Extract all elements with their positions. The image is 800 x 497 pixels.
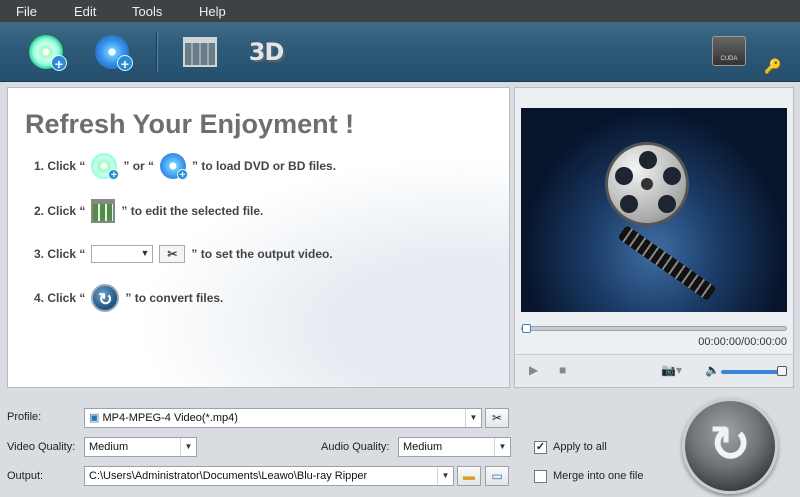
cuda-badge[interactable]: CUDA — [712, 36, 746, 66]
chevron-down-icon: ▼ — [180, 438, 196, 456]
step1-prefix: 1. Click “ — [34, 159, 86, 173]
audio-quality-label: Audio Quality: — [321, 441, 390, 453]
step3-prefix: 3. Click “ — [34, 247, 86, 261]
add-dvd-button[interactable]: + — [24, 30, 68, 74]
step-4: 4. Click “ ↻ ” to convert files. — [34, 284, 223, 312]
convert-icon: ↻ — [709, 415, 751, 473]
step2-prefix: 2. Click “ — [34, 204, 86, 218]
dvd-disc-icon: + — [91, 153, 120, 181]
output-path-value: C:\Users\Administrator\Documents\Leawo\B… — [89, 470, 368, 482]
menu-help[interactable]: Help — [199, 4, 226, 19]
step1-suffix: ” to load DVD or BD files. — [192, 159, 337, 173]
bluray-disc-icon: + — [160, 153, 189, 181]
film-reel-icon — [605, 142, 689, 226]
apply-to-all-label: Apply to all — [553, 441, 607, 453]
merge-checkbox[interactable] — [534, 470, 547, 483]
video-file-icon: ▣ — [89, 412, 103, 424]
toolbar: + + 3D CUDA 🔑 — [0, 22, 800, 82]
profile-label: Profile: — [7, 411, 42, 423]
step-2: 2. Click “ ” to edit the selected file. — [34, 199, 263, 223]
edit-button[interactable] — [178, 30, 222, 74]
three-d-icon: 3D — [248, 38, 285, 66]
dvd-disc-icon: + — [29, 35, 67, 72]
step-3: 3. Click “ ✂ ” to set the output video. — [34, 245, 333, 263]
chevron-down-icon: ▼ — [437, 467, 453, 485]
step1-mid: ” or “ — [123, 159, 155, 173]
audio-quality-select[interactable]: Medium ▼ — [398, 437, 511, 457]
output-path-select[interactable]: C:\Users\Administrator\Documents\Leawo\B… — [84, 466, 454, 486]
key-icon[interactable]: 🔑 — [764, 58, 781, 75]
profile-value: MP4-MPEG-4 Video(*.mp4) — [102, 412, 238, 424]
stop-icon[interactable]: ■ — [559, 363, 566, 377]
player-controls: ▶ ■ 📷▾ 🔈 — [515, 354, 793, 387]
volume-icon[interactable]: 🔈 — [705, 363, 720, 377]
settings-tool-icon: ✂ — [159, 245, 186, 263]
toolbar-separator — [156, 32, 157, 72]
film-strip-icon — [617, 224, 717, 302]
merge-label: Merge into one file — [553, 470, 644, 482]
seek-thumb[interactable] — [522, 324, 531, 333]
profile-select[interactable]: ▣ MP4-MPEG-4 Video(*.mp4) ▼ — [84, 408, 482, 428]
add-bd-button[interactable]: + — [90, 30, 134, 74]
film-edit-icon — [183, 37, 217, 67]
menu-bar: File Edit Tools Help — [0, 0, 800, 22]
apply-to-all-checkbox[interactable]: ✓ — [534, 441, 547, 454]
step2-suffix: ” to edit the selected file. — [121, 204, 264, 218]
step4-suffix: ” to convert files. — [125, 291, 224, 305]
volume-slider[interactable] — [721, 366, 787, 376]
menu-file[interactable]: File — [16, 4, 37, 19]
play-icon[interactable]: ▶ — [529, 363, 538, 377]
audio-quality-value: Medium — [403, 441, 443, 453]
video-quality-label: Video Quality: — [7, 441, 76, 453]
timecode: 00:00:00/00:00:00 — [698, 336, 787, 348]
output-label: Output: — [7, 470, 44, 482]
bluray-disc-icon: + — [95, 35, 133, 72]
snapshot-icon[interactable]: 📷▾ — [661, 363, 682, 377]
volume-thumb[interactable] — [777, 366, 787, 376]
film-edit-icon — [91, 199, 116, 223]
step3-suffix: ” to set the output video. — [191, 247, 333, 261]
open-folder-button[interactable]: ▭ — [485, 466, 509, 486]
guide-panel: Refresh Your Enjoyment ! 1. Click “ + ” … — [7, 87, 510, 388]
profile-settings-button[interactable]: ✂ — [485, 408, 509, 428]
seek-bar[interactable] — [521, 324, 787, 333]
browse-folder-button[interactable]: ▬ — [457, 466, 481, 486]
chevron-down-icon: ▼ — [465, 409, 481, 427]
preview-panel: 00:00:00/00:00:00 ▶ ■ 📷▾ 🔈 — [514, 87, 794, 388]
video-quality-select[interactable]: Medium ▼ — [84, 437, 197, 457]
profile-combo-icon — [91, 245, 154, 263]
menu-edit[interactable]: Edit — [74, 4, 96, 19]
guide-headline: Refresh Your Enjoyment ! — [25, 109, 355, 139]
chevron-down-icon: ▼ — [494, 438, 510, 456]
step4-prefix: 4. Click “ — [34, 291, 86, 305]
video-preview — [521, 108, 787, 312]
step-1: 1. Click “ + ” or “ + ” to load DVD or B… — [34, 153, 337, 181]
convert-button[interactable]: ↻ — [682, 398, 778, 494]
video-quality-value: Medium — [89, 441, 129, 453]
menu-tools[interactable]: Tools — [132, 4, 162, 19]
three-d-button[interactable]: 3D — [244, 30, 288, 74]
convert-icon: ↻ — [91, 284, 120, 312]
